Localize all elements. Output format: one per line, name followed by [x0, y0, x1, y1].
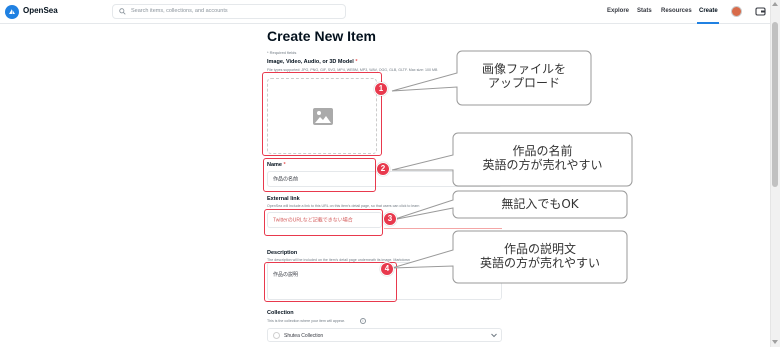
nav-stats[interactable]: Stats	[637, 8, 652, 14]
description-label: Description	[267, 250, 298, 256]
search-icon	[119, 8, 126, 15]
collection-selected-value: Shutea Collection	[284, 333, 324, 339]
search-input[interactable]: Search items, collections, and accounts	[112, 4, 346, 19]
annotation-box-1	[262, 72, 382, 156]
avatar[interactable]	[731, 6, 742, 17]
collection-label: Collection	[267, 310, 294, 316]
scroll-down-arrow-icon[interactable]	[772, 340, 778, 344]
nav-explore[interactable]: Explore	[607, 8, 629, 14]
wallet-icon[interactable]	[755, 6, 766, 17]
badge-2: 2	[376, 162, 390, 176]
nav-create[interactable]: Create	[699, 8, 718, 14]
callout-4: 作品の説明文 英語の方が売れやすい	[479, 242, 600, 270]
callout-1: 画像ファイルを アップロード	[481, 62, 566, 90]
opensea-logo-icon[interactable]	[5, 5, 19, 19]
collection-hint: This is the collection where your item w…	[267, 319, 345, 323]
chevron-down-icon	[491, 333, 497, 338]
page-title: Create New Item	[267, 28, 376, 44]
search-placeholder: Search items, collections, and accounts	[131, 8, 228, 14]
scrollbar-thumb[interactable]	[772, 22, 778, 187]
annotation-box-4	[264, 262, 397, 302]
collection-select[interactable]: Shutea Collection	[267, 328, 502, 342]
brand-name[interactable]: OpenSea	[23, 6, 58, 15]
nav-resources[interactable]: Resources	[661, 8, 692, 14]
callout-3: 無記入でもOK	[501, 197, 579, 211]
badge-4: 4	[380, 262, 394, 276]
top-nav: OpenSea Search items, collections, and a…	[0, 0, 770, 24]
required-note: * Required fields	[267, 50, 297, 55]
info-icon[interactable]: i	[360, 318, 366, 324]
active-tab-indicator	[697, 22, 719, 24]
external-link-label: External link	[267, 196, 300, 202]
media-label: Image, Video, Audio, or 3D Model *	[267, 59, 358, 65]
annotation-box-2	[263, 158, 376, 192]
input-underline	[384, 228, 502, 229]
collection-avatar	[273, 332, 280, 339]
scroll-up-arrow-icon[interactable]	[772, 2, 778, 6]
callout-2: 作品の名前 英語の方が売れやすい	[482, 144, 603, 172]
annotation-box-3	[264, 209, 383, 236]
external-link-hint: OpenSea will include a link to this URL …	[267, 204, 420, 208]
badge-1: 1	[374, 82, 388, 96]
badge-3: 3	[383, 212, 397, 226]
